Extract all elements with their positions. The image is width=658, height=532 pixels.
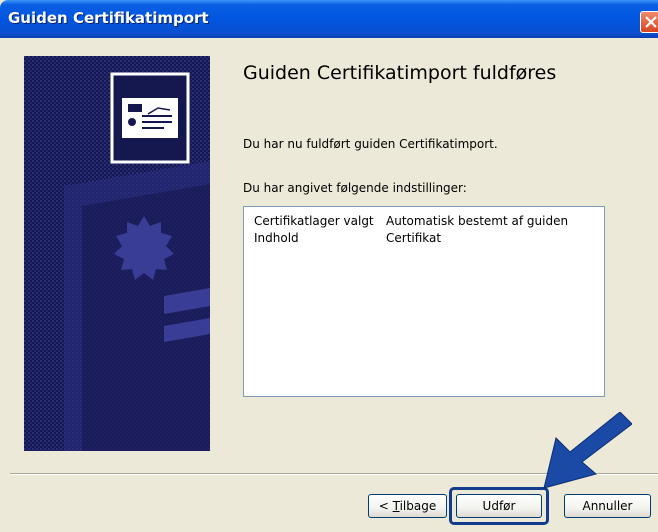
certificate-icon [110,72,190,164]
window-title: Guiden Certifikatimport [8,9,209,27]
back-button-mnemonic: T [392,499,400,513]
settings-list[interactable]: Certifikatlager valgt Automatisk bestemt… [243,206,605,397]
page-heading: Guiden Certifikatimport fuldføres [243,62,557,84]
cancel-button[interactable]: Annuller [564,494,651,518]
back-button-prefix: < [378,499,393,513]
settings-label: Du har angivet følgende indstillinger: [243,181,467,195]
wizard-window: Guiden Certifikatimport Guiden Certifika… [0,0,658,532]
setting-key: Indhold [254,231,299,245]
title-bar[interactable]: Guiden Certifikatimport [0,0,658,38]
close-button[interactable] [640,11,658,33]
wizard-banner-image [24,56,210,451]
setting-key: Certifikatlager valgt [254,214,374,228]
back-button[interactable]: < Tilbage [368,494,447,518]
back-button-label: ilbage [399,499,437,513]
finish-button[interactable]: Udfør [456,494,542,518]
setting-value: Certifikat [386,231,442,245]
completed-message: Du har nu fuldført guiden Certifikatimpo… [243,137,498,151]
setting-value: Automatisk bestemt af guiden [386,214,569,228]
close-icon [645,16,657,28]
arrow-pointer-icon [543,412,632,489]
